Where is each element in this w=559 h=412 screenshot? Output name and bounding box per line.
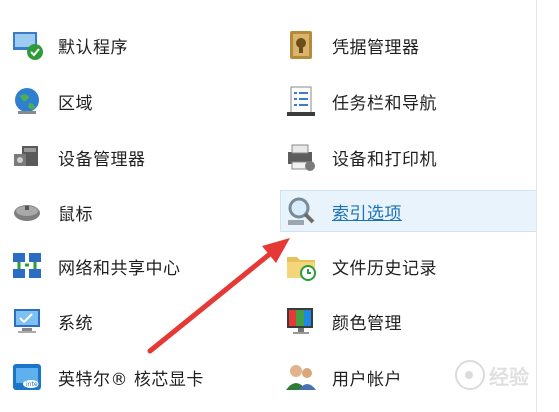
item-taskbar-navigation[interactable]: 任务栏和导航	[284, 81, 437, 121]
taskbar-navigation-icon	[284, 84, 318, 118]
item-label: 默认程序	[58, 37, 128, 58]
item-devices-printers[interactable]: 设备和打印机	[284, 137, 437, 177]
intel-graphics-icon: intel	[10, 360, 44, 394]
item-indexing-options[interactable]: 索引选项	[280, 190, 539, 232]
device-manager-icon	[10, 140, 44, 174]
item-credential-manager[interactable]: 凭据管理器	[284, 25, 420, 65]
default-programs-icon	[10, 28, 44, 62]
item-label: 设备和打印机	[332, 149, 437, 170]
item-label: 英特尔® 核芯显卡	[58, 369, 204, 390]
item-label: 索引选项	[332, 203, 402, 224]
file-history-icon	[284, 249, 318, 283]
item-label: 任务栏和导航	[332, 93, 437, 114]
item-label: 设备管理器	[58, 149, 146, 170]
watermark: 经验	[455, 360, 529, 390]
user-accounts-icon	[284, 360, 318, 394]
color-management-icon	[284, 304, 318, 338]
item-label: 网络和共享中心	[58, 258, 181, 279]
mouse-icon	[10, 195, 44, 229]
item-network-sharing[interactable]: 网络和共享中心	[10, 246, 181, 286]
item-intel-graphics[interactable]: intel 英特尔® 核芯显卡	[10, 357, 204, 397]
system-icon	[10, 304, 44, 338]
item-default-programs[interactable]: 默认程序	[10, 25, 128, 65]
svg-text:intel: intel	[26, 381, 40, 388]
item-label: 系统	[58, 313, 93, 334]
item-device-manager[interactable]: 设备管理器	[10, 137, 146, 177]
scrollbar[interactable]	[536, 0, 559, 412]
item-system[interactable]: 系统	[10, 301, 93, 341]
item-label: 区域	[58, 93, 93, 114]
devices-printers-icon	[284, 140, 318, 174]
item-label: 颜色管理	[332, 313, 402, 334]
item-label: 用户帐户	[332, 369, 402, 390]
item-label: 文件历史记录	[332, 258, 437, 279]
region-globe-icon	[10, 84, 44, 118]
credential-manager-icon	[284, 28, 318, 62]
item-user-accounts[interactable]: 用户帐户	[284, 357, 402, 397]
indexing-options-icon	[284, 194, 318, 228]
item-color-management[interactable]: 颜色管理	[284, 301, 402, 341]
network-sharing-icon	[10, 249, 44, 283]
item-region[interactable]: 区域	[10, 81, 93, 121]
item-label: 凭据管理器	[332, 37, 420, 58]
item-mouse[interactable]: 鼠标	[10, 192, 93, 232]
item-file-history[interactable]: 文件历史记录	[284, 246, 437, 286]
watermark-text: 经验	[489, 364, 529, 389]
item-label: 鼠标	[58, 204, 93, 225]
paw-logo-icon	[455, 360, 485, 390]
